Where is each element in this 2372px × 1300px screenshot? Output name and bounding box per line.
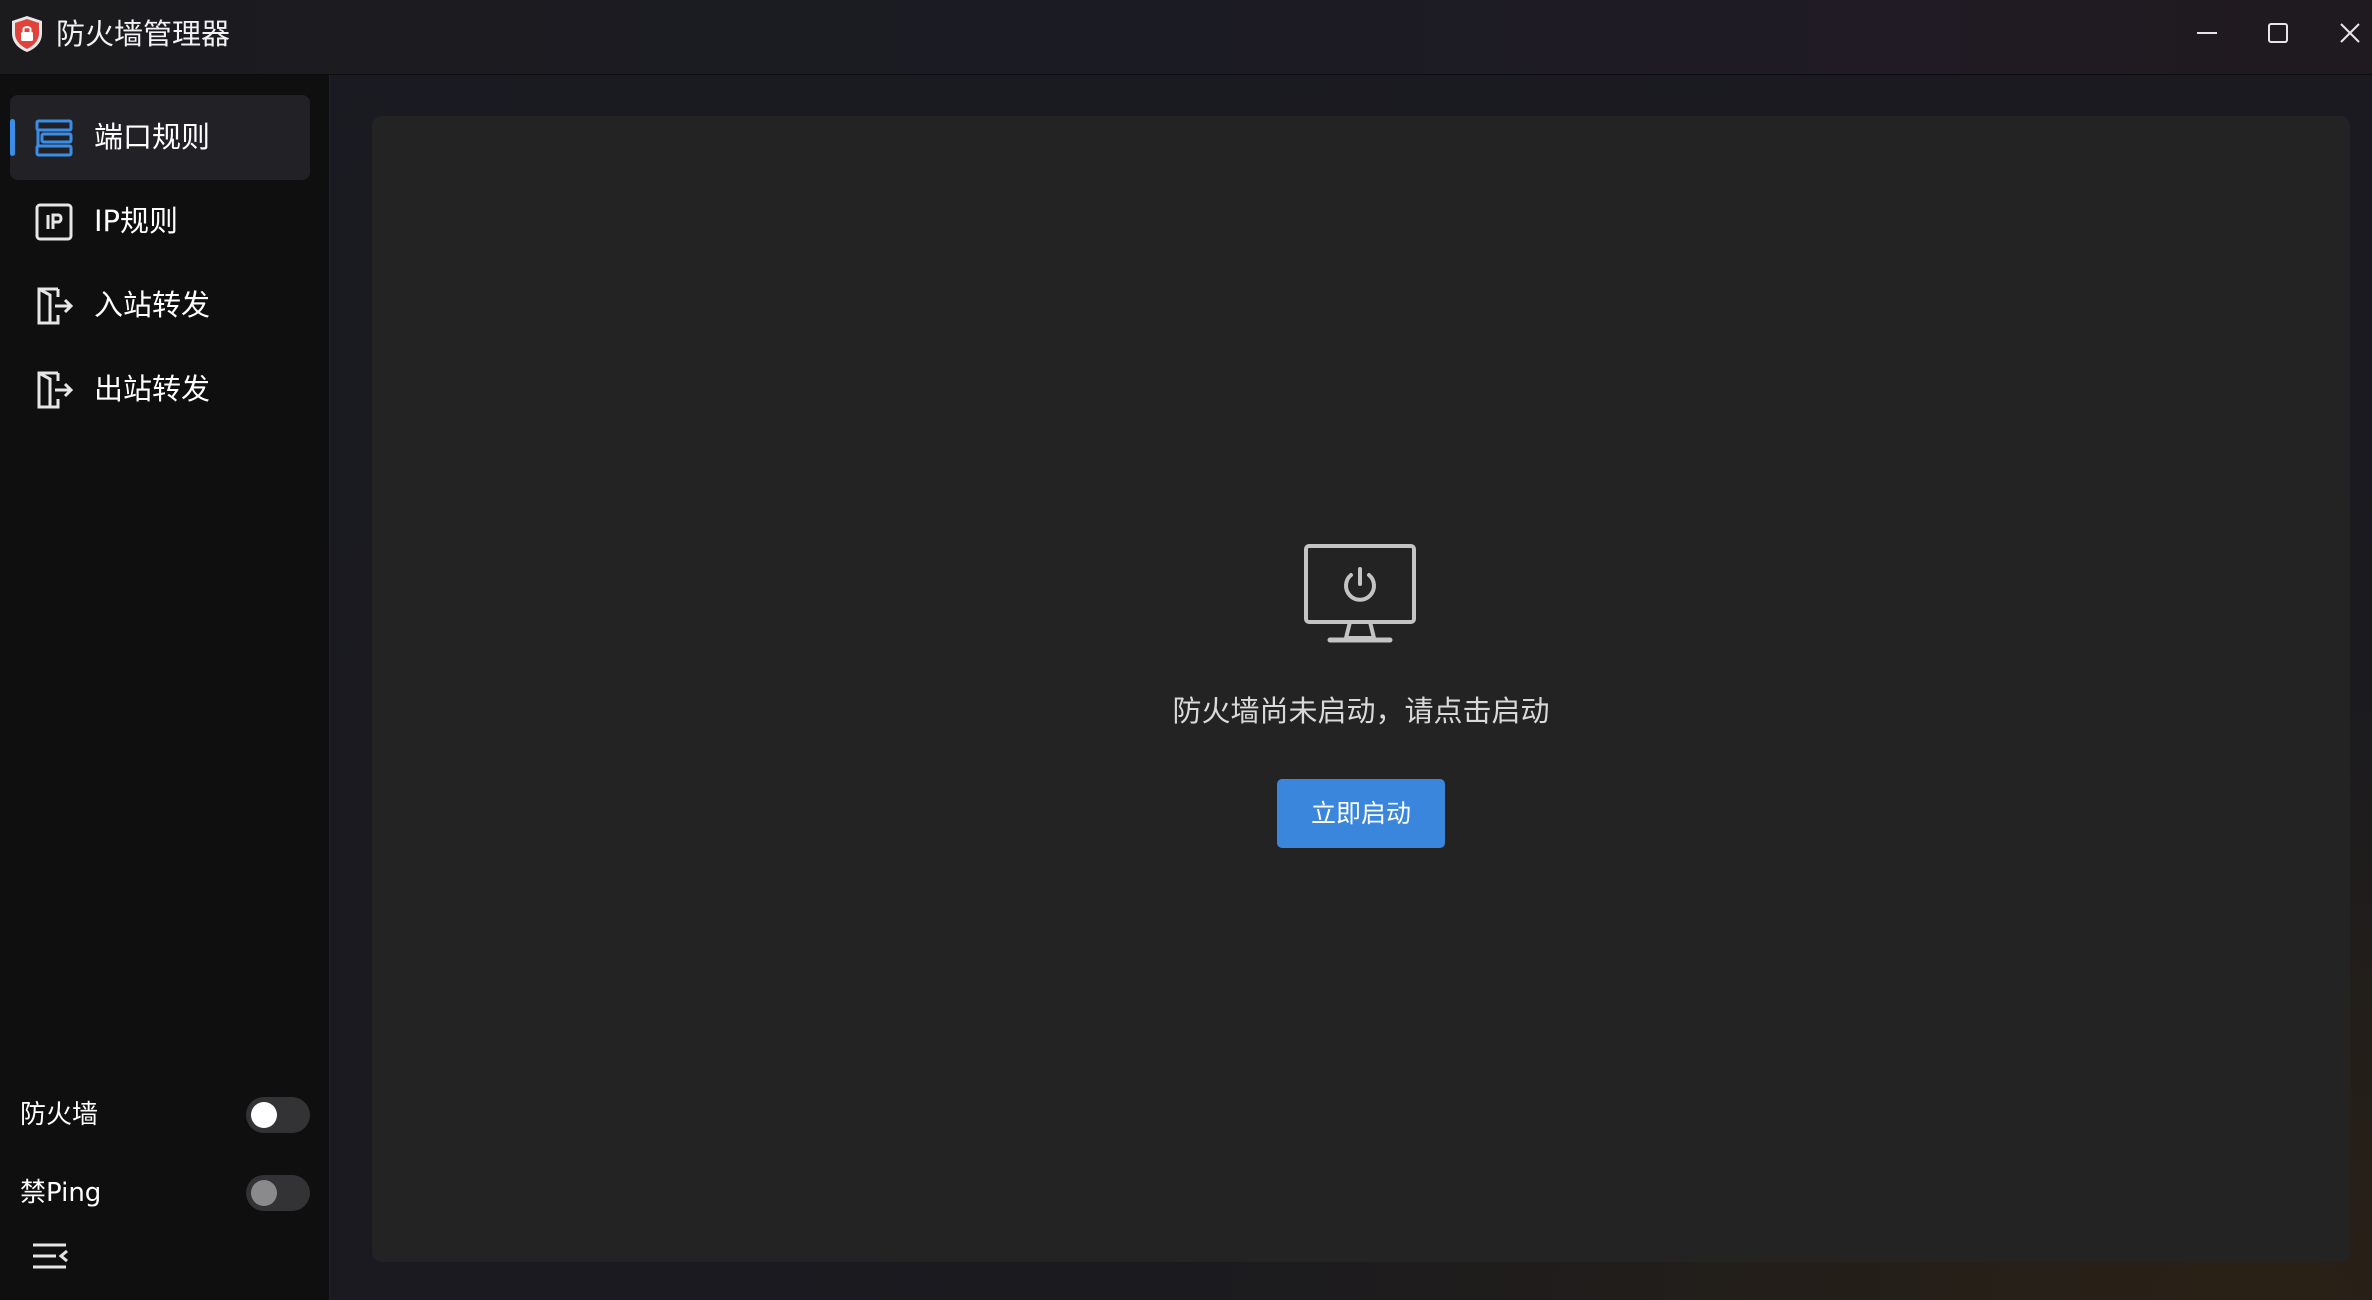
ping-toggle-label: 禁Ping (20, 1178, 102, 1208)
firewall-toggle-label: 防火墙 (20, 1100, 99, 1130)
ping-toggle-row: 禁Ping (20, 1173, 310, 1213)
close-icon (2340, 23, 2360, 43)
toggle-knob (251, 1180, 277, 1206)
maximize-button[interactable] (2242, 0, 2314, 66)
minimize-button[interactable] (2171, 0, 2243, 66)
toggle-knob (251, 1102, 277, 1128)
minimize-icon (2197, 32, 2217, 34)
app-title: 防火墙管理器 (56, 17, 231, 51)
monitor-power-icon (1304, 544, 1416, 643)
content-panel: 防火墙尚未启动，请点击启动 立即启动 (372, 116, 2350, 1262)
sidebar-item-label: IP规则 (94, 204, 179, 238)
sidebar-item-label: 端口规则 (94, 120, 211, 154)
collapse-sidebar-icon[interactable] (30, 1239, 70, 1273)
close-button[interactable] (2314, 0, 2372, 66)
sidebar-item-label: 入站转发 (94, 288, 211, 322)
ip-icon (35, 203, 73, 241)
firewall-toggle[interactable] (246, 1097, 310, 1133)
firewall-toggle-row: 防火墙 (20, 1095, 310, 1135)
empty-state-message: 防火墙尚未启动，请点击启动 (1172, 694, 1550, 728)
app-window: 防火墙管理器 端口规则 IP规则 入站转发 出站转发 防火墙 禁Ping 防火墙… (0, 0, 2372, 1300)
sidebar-item-label: 出站转发 (94, 372, 211, 406)
title-bar: 防火墙管理器 (0, 0, 2372, 75)
sidebar-item-port-rules[interactable]: 端口规则 (10, 95, 310, 180)
port-rules-icon (35, 119, 73, 157)
start-firewall-button[interactable]: 立即启动 (1277, 779, 1445, 848)
sidebar-item-inbound-forward[interactable]: 入站转发 (10, 263, 310, 348)
sidebar: 端口规则 IP规则 入站转发 出站转发 防火墙 禁Ping (0, 75, 330, 1300)
shield-lock-icon (12, 16, 42, 52)
maximize-icon (2268, 23, 2288, 43)
ping-toggle[interactable] (246, 1175, 310, 1211)
inbound-forward-icon (37, 287, 74, 325)
outbound-forward-icon (37, 371, 74, 409)
sidebar-item-outbound-forward[interactable]: 出站转发 (10, 347, 310, 432)
sidebar-item-ip-rules[interactable]: IP规则 (10, 179, 310, 264)
